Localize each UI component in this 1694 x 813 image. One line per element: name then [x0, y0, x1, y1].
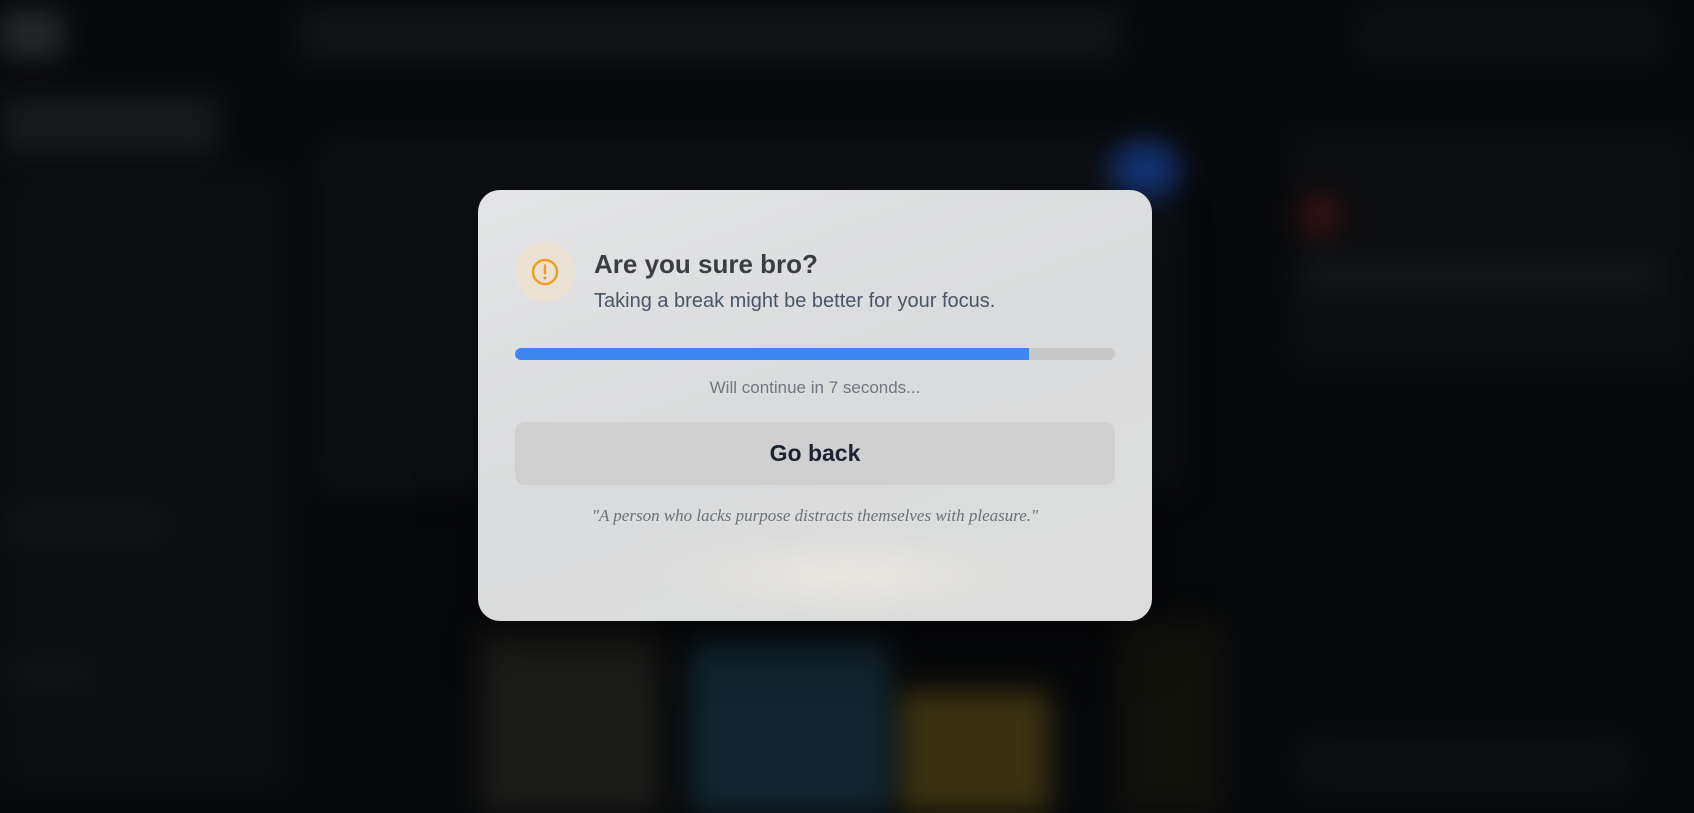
- dialog-texts: Are you sure bro? Taking a break might b…: [594, 242, 995, 314]
- warning-badge: [515, 242, 575, 302]
- countdown-progress-bar: [515, 348, 1115, 360]
- exclamation-circle-icon: [531, 258, 559, 286]
- motivational-quote: "A person who lacks purpose distracts th…: [591, 506, 1039, 525]
- dialog-header: Are you sure bro? Taking a break might b…: [515, 242, 1115, 314]
- dialog-subtitle: Taking a break might be better for your …: [594, 290, 996, 312]
- dialog-title: Are you sure bro?: [594, 249, 818, 279]
- countdown-progress-fill: [515, 348, 1030, 360]
- confirmation-dialog: Are you sure bro? Taking a break might b…: [478, 190, 1152, 621]
- go-back-button[interactable]: Go back: [515, 422, 1115, 485]
- countdown-text: Will continue in 7 seconds...: [709, 378, 921, 397]
